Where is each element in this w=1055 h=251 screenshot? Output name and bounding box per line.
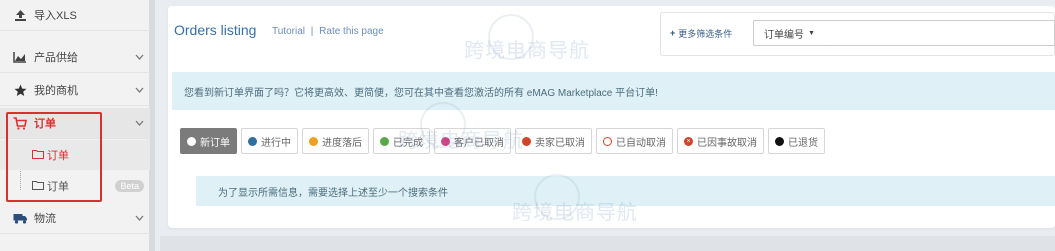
sidebar-item-label: 我的商机 (34, 85, 78, 97)
status-filter-row: 新订单 进行中 进度落后 已完成 客户已取消 卖家已取消 已自动取消 × 已因事 (180, 128, 825, 154)
status-auto-cancelled-button[interactable]: 已自动取消 (596, 128, 673, 154)
status-incident-cancelled-button[interactable]: × 已因事故取消 (677, 128, 764, 154)
status-seller-cancelled-button[interactable]: 卖家已取消 (515, 128, 592, 154)
caret-down-icon: ▼ (808, 29, 815, 37)
status-delayed-button[interactable]: 进度落后 (302, 128, 369, 154)
status-ring-icon (603, 136, 612, 146)
star-icon (12, 83, 28, 97)
chevron-down-icon (134, 85, 144, 95)
status-dot-icon (187, 136, 196, 146)
status-dot-icon (248, 136, 257, 146)
status-label: 已因事故取消 (697, 137, 757, 149)
sidebar-item-logistics[interactable]: 物流 (0, 203, 150, 234)
link-separator: | (310, 26, 314, 37)
chevron-down-icon (134, 213, 144, 223)
status-in-progress-button[interactable]: 进行中 (241, 128, 298, 154)
orders-panel: Orders listing Tutorial | Rate this page… (168, 6, 1055, 228)
status-label: 卖家已取消 (535, 137, 585, 149)
page-title: Orders listing (174, 22, 257, 38)
status-returned-button[interactable]: 已退货 (768, 128, 825, 154)
status-label: 进度落后 (322, 137, 362, 149)
status-x-circle-icon: × (684, 136, 693, 146)
more-filters-label: 更多筛选条件 (678, 28, 733, 39)
watermark-logo (488, 14, 534, 60)
search-field-select[interactable]: 订单编号 ▼ (753, 20, 831, 46)
chart-icon (12, 50, 28, 64)
chevron-down-icon (134, 118, 144, 128)
sidebar-item-label: 产品供给 (34, 52, 78, 64)
sidebar-item-label: 导入XLS (34, 10, 77, 22)
highlight-box (6, 112, 102, 202)
search-input[interactable] (830, 20, 1055, 46)
tutorial-link[interactable]: Tutorial (272, 26, 305, 37)
status-label: 进行中 (261, 137, 291, 149)
status-label: 新订单 (200, 137, 230, 149)
sidebar-item-label: 物流 (34, 213, 56, 225)
sidebar-item-opportunities[interactable]: 我的商机 (0, 75, 150, 106)
sidebar-item-import-xls[interactable]: 导入XLS (0, 0, 150, 31)
status-dot-icon (380, 136, 389, 146)
plus-icon: + (670, 28, 676, 38)
status-label: 已退货 (788, 137, 818, 149)
rate-page-link[interactable]: Rate this page (319, 26, 384, 37)
info-text: 为了显示所需信息，需要选择上述至少一个搜索条件 (218, 187, 448, 199)
new-interface-notice: 您看到新订单界面了吗？它将更高效、更简便，您可在其中查看您激活的所有 eMAG … (172, 72, 1055, 110)
watermark-logo (534, 174, 580, 220)
status-dot-icon (309, 136, 318, 146)
status-label: 已完成 (393, 137, 423, 149)
upload-icon (12, 8, 28, 22)
select-value: 订单编号 (764, 29, 804, 41)
sidebar-item-products[interactable]: 产品供给 (0, 42, 150, 73)
status-label: 已自动取消 (616, 137, 666, 149)
horizontal-scrollbar[interactable] (160, 236, 1055, 251)
chevron-down-icon (134, 52, 144, 62)
status-dot-icon (522, 136, 531, 146)
more-filters-button[interactable]: + 更多筛选条件 (670, 23, 732, 43)
beta-badge: Beta (115, 180, 144, 192)
info-message: 为了显示所需信息，需要选择上述至少一个搜索条件 (196, 176, 1055, 206)
watermark-logo (420, 102, 466, 148)
sidebar-scrollbar[interactable] (150, 0, 155, 251)
truck-icon (12, 211, 28, 225)
title-links: Tutorial | Rate this page (272, 26, 384, 37)
status-new-button[interactable]: 新订单 (180, 128, 237, 154)
status-dot-icon (775, 136, 784, 146)
sidebar: 导入XLS 产品供给 我的商机 订单 订单 订单 Beta 物流 (0, 0, 150, 251)
